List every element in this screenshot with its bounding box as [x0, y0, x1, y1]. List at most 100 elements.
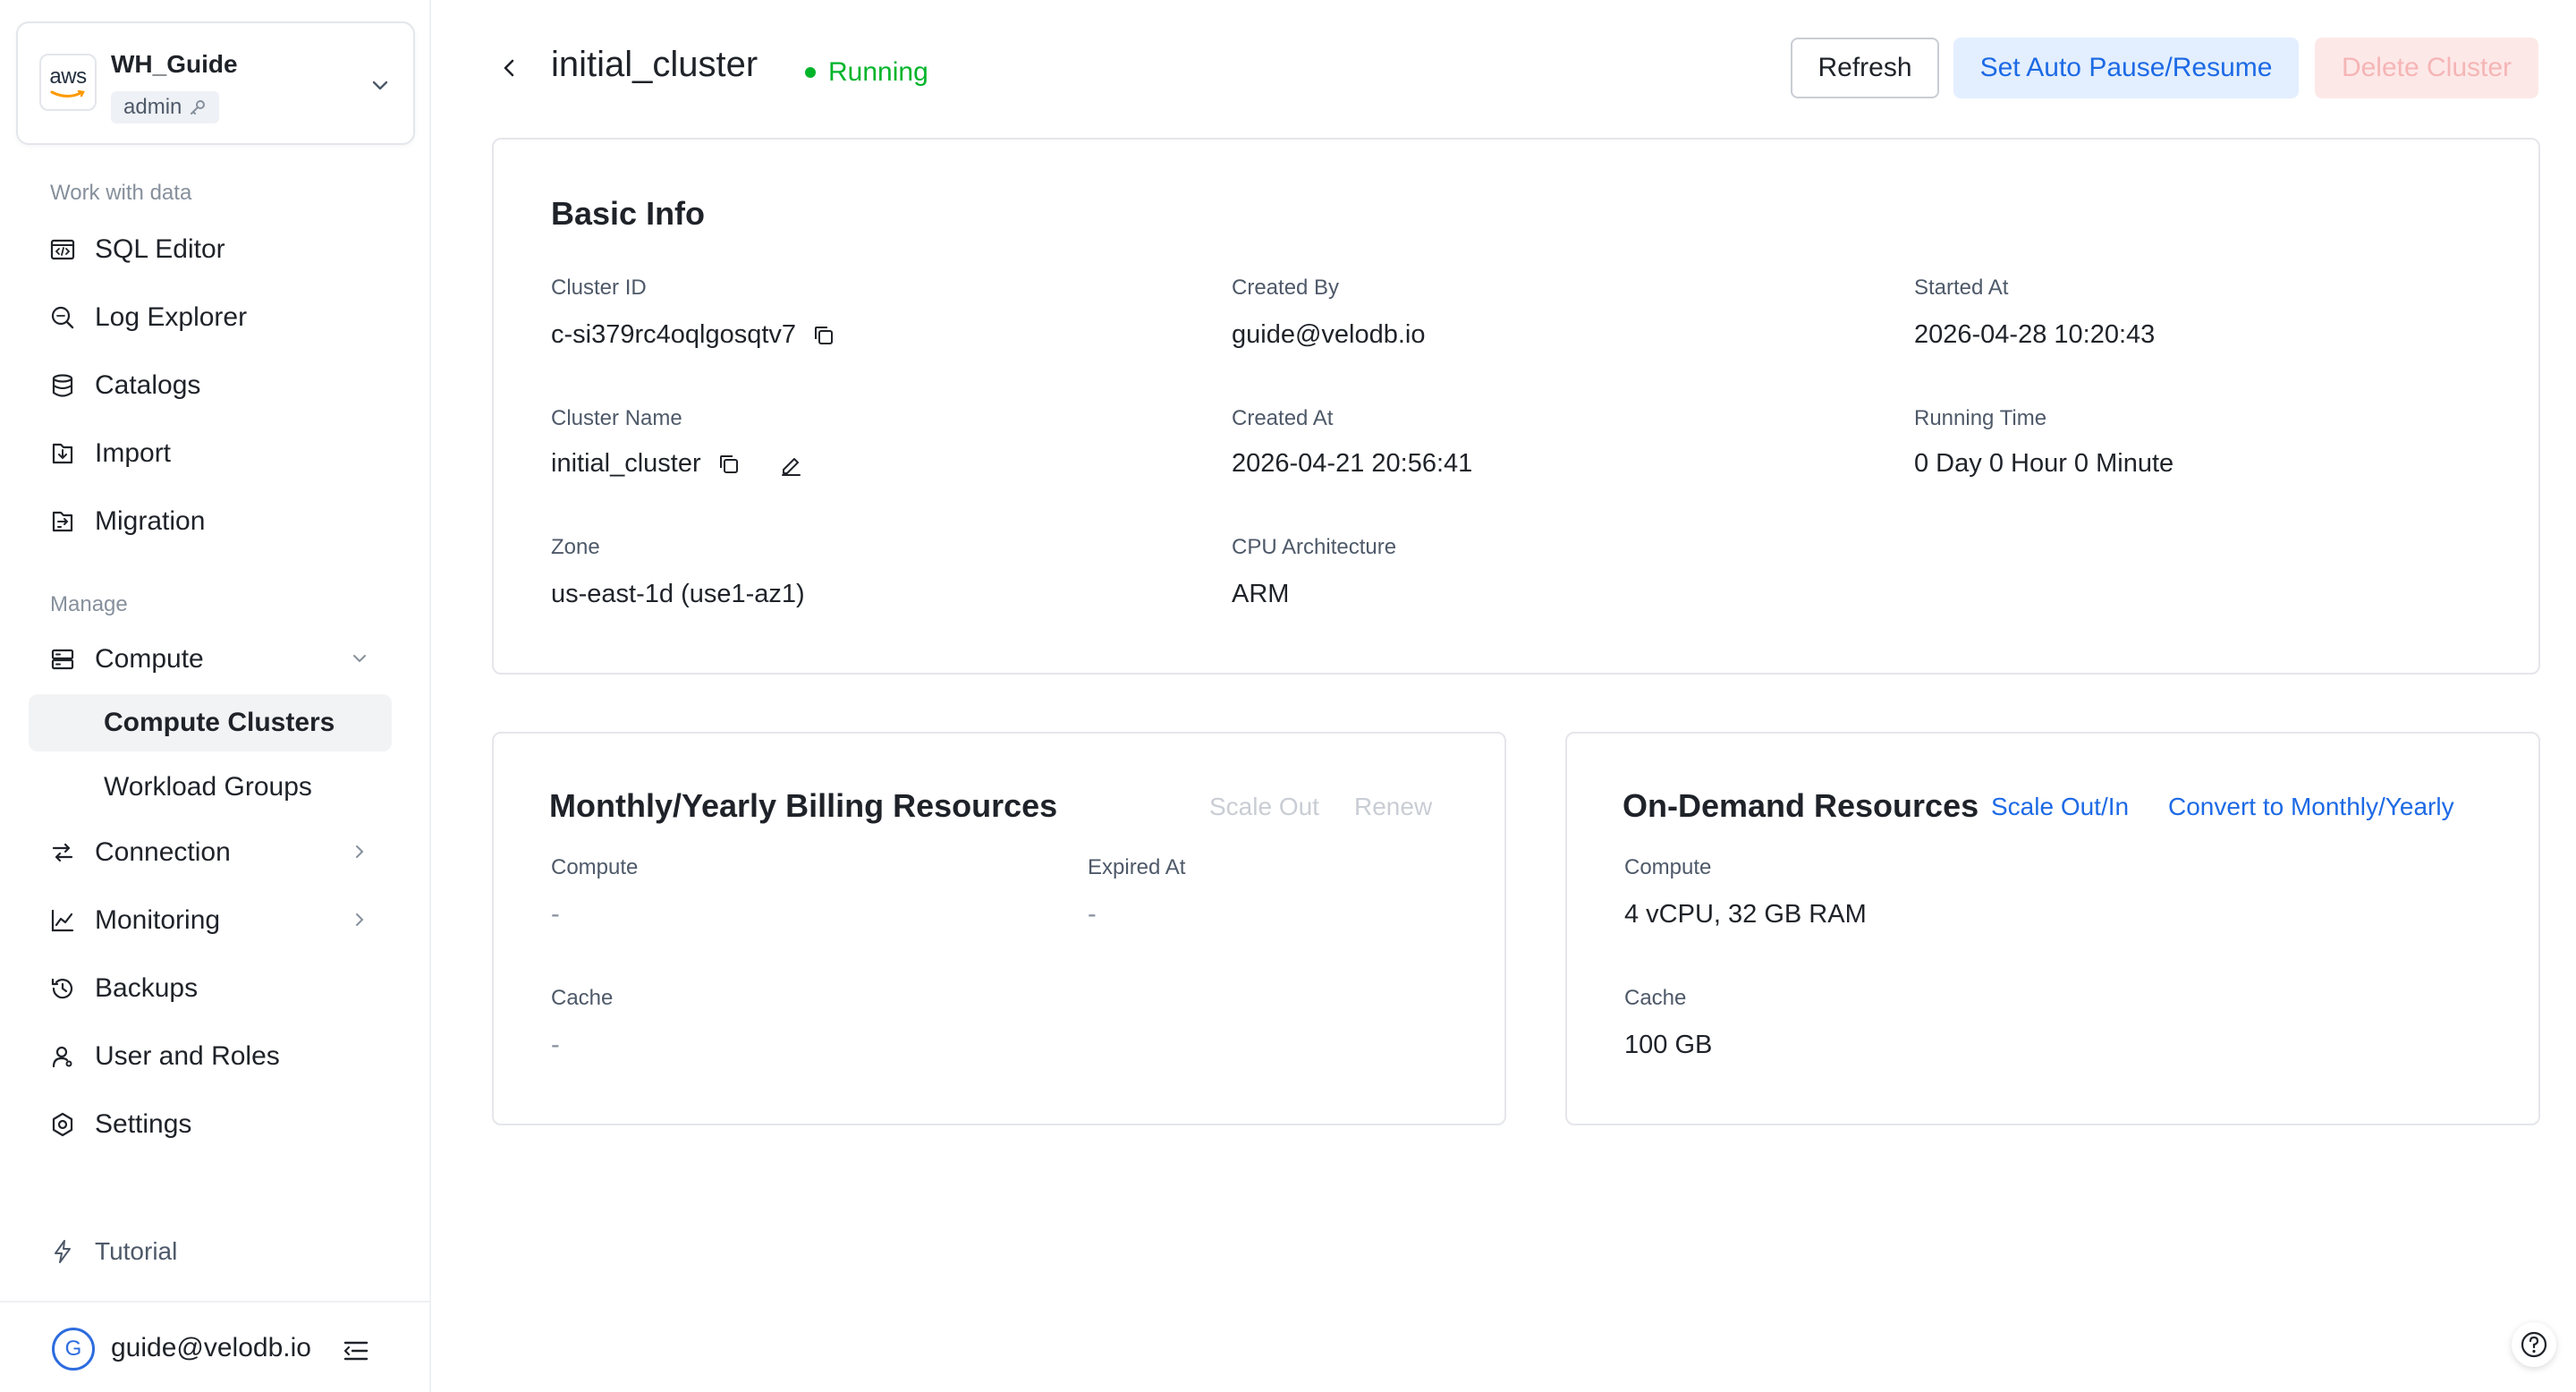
scale-out-in-link[interactable]: Scale Out/In [1991, 793, 2129, 821]
refresh-button[interactable]: Refresh [1791, 38, 1939, 98]
sidebar-item-migration[interactable]: Migration [30, 494, 392, 549]
chevron-right-icon [356, 913, 364, 926]
chevron-left-icon [504, 59, 514, 77]
sidebar-item-label: Backups [95, 973, 199, 1003]
sidebar-item-label: Monitoring [95, 905, 221, 935]
workspace-role-badge: admin [111, 91, 220, 123]
database-icon [48, 371, 77, 400]
sidebar-item-sql-editor[interactable]: SQL Editor [30, 222, 392, 277]
sidebar-item-user-roles[interactable]: User and Roles [30, 1029, 392, 1084]
chevron-right-icon [356, 845, 364, 858]
billing-expired-label: Expired At [1088, 855, 1186, 879]
migration-icon [48, 507, 77, 536]
sidebar-item-connection[interactable]: Connection [30, 825, 392, 880]
sidebar-item-label: Workload Groups [104, 772, 312, 802]
chart-line-icon [48, 906, 77, 935]
renew-link[interactable]: Renew [1354, 793, 1432, 821]
billing-resources-card: Monthly/Yearly Billing Resources Scale O… [492, 732, 1506, 1125]
sql-editor-icon [48, 235, 77, 264]
lightning-icon [48, 1237, 77, 1266]
sidebar-item-label: Compute Clusters [104, 708, 335, 737]
help-button[interactable] [2512, 1322, 2556, 1367]
back-button[interactable] [494, 52, 526, 84]
delete-cluster-button[interactable]: Delete Cluster [2315, 38, 2538, 98]
on-demand-cache-label: Cache [1624, 986, 1687, 1010]
on-demand-compute-value: 4 vCPU, 32 GB RAM [1624, 900, 1867, 929]
started-at-value: 2026-04-28 10:20:43 [1914, 320, 2156, 349]
running-time-value: 0 Day 0 Hour 0 Minute [1914, 449, 2174, 478]
status-badge: Running [805, 57, 928, 88]
avatar[interactable]: G [52, 1328, 95, 1371]
sidebar-item-catalogs[interactable]: Catalogs [30, 358, 392, 413]
sidebar-item-workload-groups[interactable]: Workload Groups [29, 759, 392, 816]
workspace-name: WH_Guide [111, 50, 238, 78]
aws-smile-icon [50, 89, 85, 98]
sidebar-item-compute-clusters[interactable]: Compute Clusters [29, 694, 392, 751]
sidebar-item-label: Catalogs [95, 370, 201, 400]
status-dot [805, 67, 816, 78]
app-root: aws WH_Guide admin Work with data SQL Ed… [0, 0, 2576, 1392]
user-email[interactable]: guide@velodb.io [111, 1333, 311, 1363]
sidebar-item-label: Tutorial [95, 1237, 178, 1265]
sidebar-item-log-explorer[interactable]: Log Explorer [30, 290, 392, 345]
aws-logo-text: aws [49, 64, 87, 89]
sidebar-item-label: Compute [95, 644, 204, 674]
started-at-label: Started At [1914, 276, 2009, 300]
sidebar-item-label: Log Explorer [95, 302, 248, 332]
chevron-down-icon[interactable] [369, 73, 392, 97]
sidebar-item-settings[interactable]: Settings [30, 1097, 392, 1152]
created-by-value: guide@velodb.io [1232, 320, 1426, 349]
copy-icon[interactable] [812, 324, 835, 347]
menu-collapse-icon[interactable] [342, 1337, 370, 1365]
sidebar-item-monitoring[interactable]: Monitoring [30, 893, 392, 948]
billing-cache-label: Cache [551, 986, 614, 1010]
workspace-role: admin [123, 95, 182, 119]
sidebar-item-compute[interactable]: Compute [30, 632, 392, 687]
sidebar-item-tutorial[interactable]: Tutorial [30, 1224, 392, 1279]
billing-compute-label: Compute [551, 855, 639, 879]
import-icon [48, 439, 77, 468]
running-time-label: Running Time [1914, 406, 2047, 430]
on-demand-resources-card: On-Demand Resources Scale Out/In Convert… [1565, 732, 2540, 1125]
sidebar-item-backups[interactable]: Backups [30, 961, 392, 1016]
server-icon [48, 645, 77, 674]
billing-title: Monthly/Yearly Billing Resources [549, 787, 1058, 824]
page-title: initial_cluster [551, 45, 758, 84]
auto-pause-resume-button[interactable]: Set Auto Pause/Resume [1953, 38, 2299, 98]
aws-logo: aws [39, 54, 97, 111]
on-demand-cache-value: 100 GB [1624, 1031, 1713, 1059]
billing-cache-value: - [551, 1031, 560, 1059]
sidebar-item-label: Import [95, 438, 172, 468]
zone-label: Zone [551, 535, 600, 559]
sidebar-item-import[interactable]: Import [30, 426, 392, 481]
on-demand-title: On-Demand Resources [1623, 787, 1979, 824]
question-icon [2521, 1331, 2547, 1358]
convert-monthly-yearly-link[interactable]: Convert to Monthly/Yearly [2168, 793, 2454, 821]
created-at-value: 2026-04-21 20:56:41 [1232, 449, 1473, 478]
copy-icon[interactable] [717, 453, 741, 476]
connection-icon [48, 838, 77, 867]
status-text: Running [828, 57, 928, 87]
created-by-label: Created By [1232, 276, 1340, 300]
workspace-switcher[interactable]: aws WH_Guide admin [16, 21, 415, 145]
sidebar-item-label: User and Roles [95, 1041, 280, 1071]
sidebar-item-label: Migration [95, 506, 206, 536]
scale-out-link[interactable]: Scale Out [1209, 793, 1319, 821]
zone-value: us-east-1d (use1-az1) [551, 580, 805, 608]
sidebar-item-label: SQL Editor [95, 234, 225, 264]
cpu-arch-label: CPU Architecture [1232, 535, 1397, 559]
sidebar-item-label: Connection [95, 837, 231, 867]
billing-expired-value: - [1088, 900, 1097, 929]
cluster-name-value: initial_cluster [551, 449, 803, 479]
basic-info-card: Basic Info Cluster ID c-si379rc4oqlgosqt… [492, 138, 2540, 675]
basic-info-title: Basic Info [551, 195, 706, 232]
cluster-name-text: initial_cluster [551, 449, 701, 478]
cluster-id-value: c-si379rc4oqlgosqtv7 [551, 320, 835, 350]
user-icon [48, 1042, 77, 1071]
gear-icon [48, 1110, 77, 1139]
key-icon [191, 100, 206, 115]
edit-icon[interactable] [778, 452, 803, 477]
sidebar-item-label: Settings [95, 1109, 192, 1139]
chevron-down-icon [353, 655, 366, 663]
search-icon [48, 303, 77, 332]
